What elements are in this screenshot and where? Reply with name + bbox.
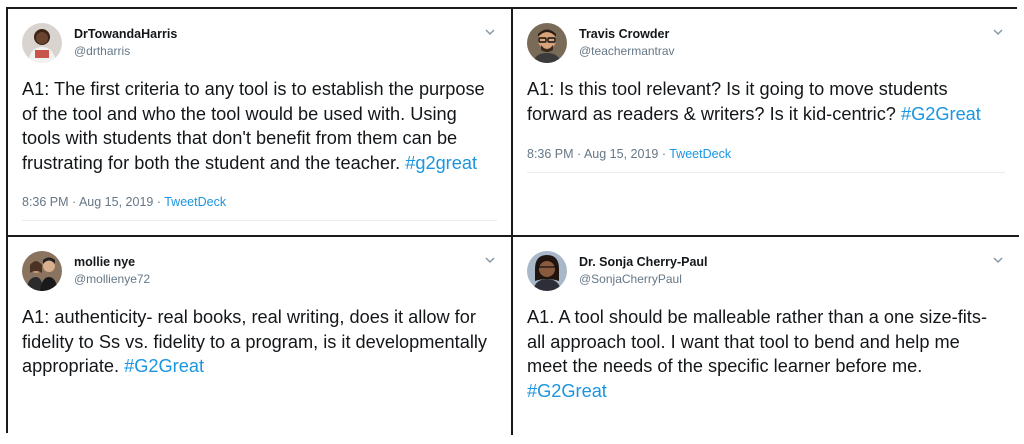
author-name[interactable]: DrTowandaHarris [74,27,177,41]
chevron-down-icon[interactable] [483,253,497,267]
tweet-timestamp[interactable]: 8:36 PM · Aug 15, 2019 · [22,195,161,209]
hashtag-link[interactable]: #G2Great [901,104,981,124]
tweet-timestamp[interactable]: 8:36 PM · Aug 15, 2019 · [527,147,666,161]
author-handle[interactable]: @teachermantrav [579,44,675,58]
tweet-body: A1. A tool should be malleable rather th… [527,307,988,376]
tweet-cell-3: mollie nye @mollienye72 A1: authenticity… [8,237,513,435]
chevron-down-icon[interactable] [991,25,1005,39]
tweet-body: A1: Is this tool relevant? Is it going t… [527,79,948,124]
tweet-body: A1: authenticity- real books, real writi… [22,307,487,376]
tweet-meta: 8:36 PM · Aug 15, 2019 · TweetDeck [527,147,731,161]
tweet-meta: 8:36 PM · Aug 15, 2019 · TweetDeck [22,195,226,209]
author-handle[interactable]: @mollienye72 [74,272,150,286]
hashtag-link[interactable]: #G2Great [527,381,607,401]
tweet-source-link[interactable]: TweetDeck [164,195,226,209]
divider [22,220,497,221]
author-handle[interactable]: @drtharris [74,44,130,58]
tweet-text: A1: Is this tool relevant? Is it going t… [527,77,997,126]
tweet-text: A1: The first criteria to any tool is to… [22,77,492,175]
chevron-down-icon[interactable] [991,253,1005,267]
divider [527,172,1005,173]
avatar[interactable] [22,251,62,291]
chevron-down-icon[interactable] [483,25,497,39]
hashtag-link[interactable]: #G2Great [124,356,204,376]
author-name[interactable]: Travis Crowder [579,27,669,41]
tweet-text: A1. A tool should be malleable rather th… [527,305,997,403]
hashtag-link[interactable]: #g2great [405,153,477,173]
tweet-cell-1: DrTowandaHarris @drtharris A1: The first… [8,9,513,237]
avatar[interactable] [527,251,567,291]
tweet-cell-2: Travis Crowder @teachermantrav A1: Is th… [513,9,1019,237]
tweet-grid: DrTowandaHarris @drtharris A1: The first… [6,7,1019,435]
author-handle[interactable]: @SonjaCherryPaul [579,272,682,286]
tweet-text: A1: authenticity- real books, real writi… [22,305,492,379]
author-name[interactable]: Dr. Sonja Cherry-Paul [579,255,708,269]
avatar[interactable] [527,23,567,63]
author-name[interactable]: mollie nye [74,255,135,269]
avatar[interactable] [22,23,62,63]
tweet-source-link[interactable]: TweetDeck [669,147,731,161]
tweet-cell-4: Dr. Sonja Cherry-Paul @SonjaCherryPaul A… [513,237,1019,435]
